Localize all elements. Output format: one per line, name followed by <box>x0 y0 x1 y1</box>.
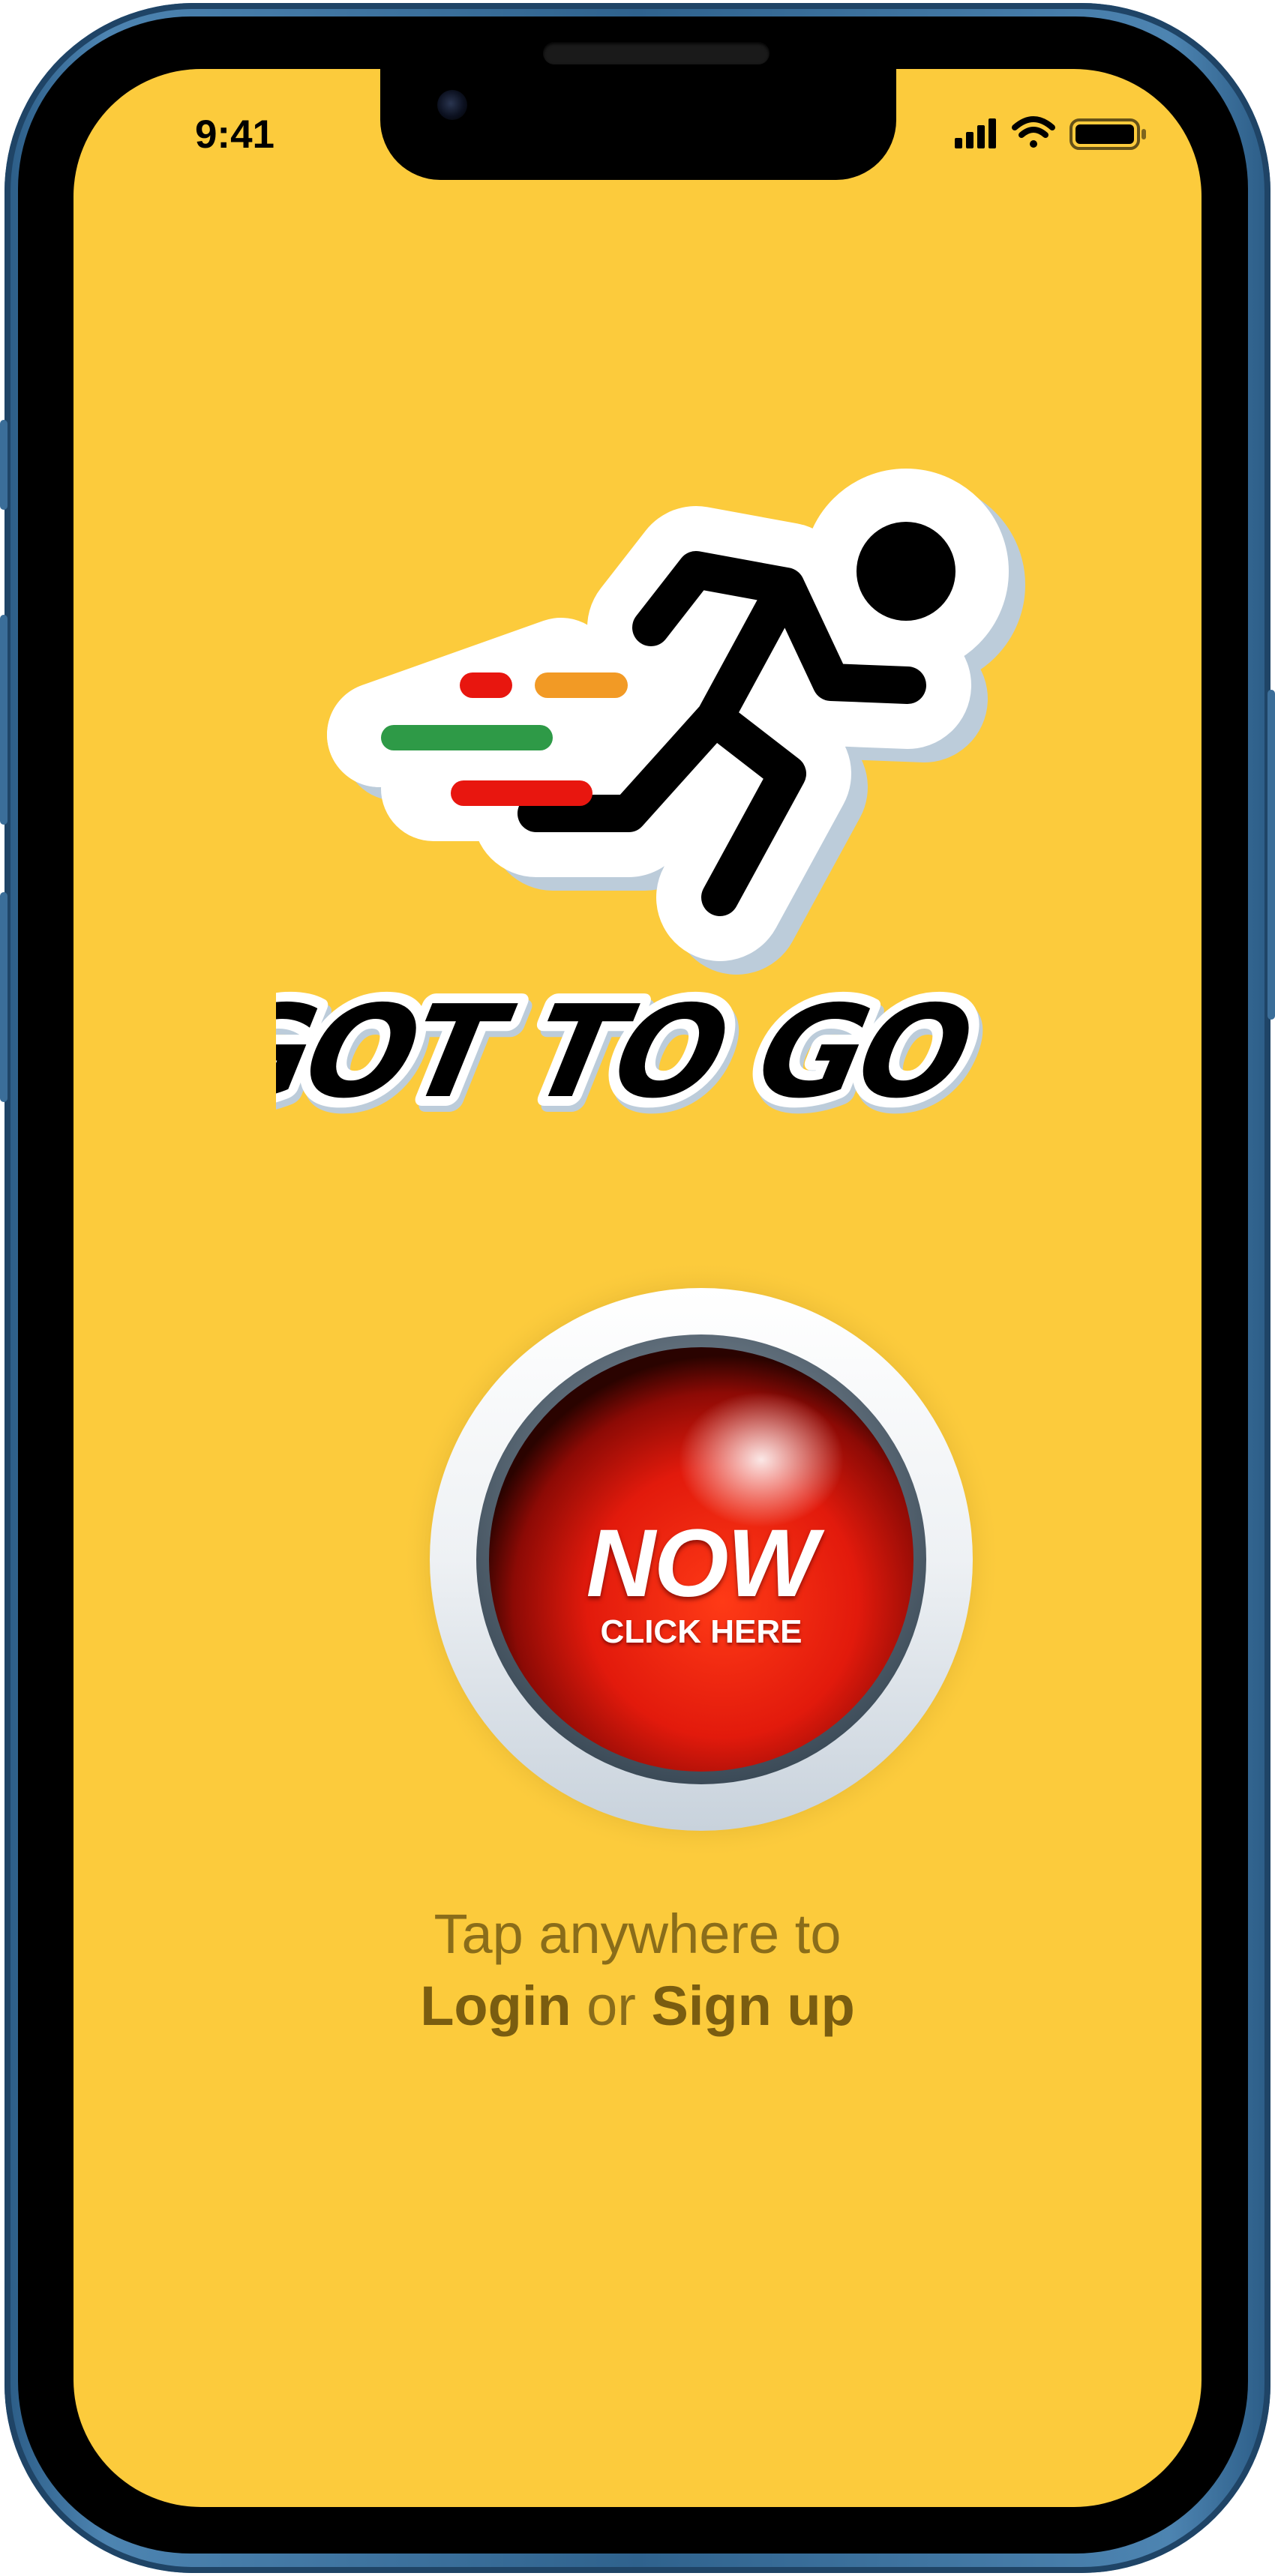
battery-icon <box>1070 118 1146 150</box>
volume-down-button <box>0 892 8 1102</box>
got-to-go-wordmark: GOT TO GO GOT TO GO GOT TO GO <box>168 968 1008 1142</box>
status-time: 9:41 <box>194 112 275 157</box>
click-here-label: CLICK HERE <box>600 1613 802 1650</box>
signal-icon <box>955 118 996 148</box>
front-camera-icon <box>437 90 467 120</box>
now-click-here-button[interactable]: NOW CLICK HERE <box>401 1261 1001 1861</box>
signup-link[interactable]: Sign up <box>652 1975 855 2037</box>
notch <box>380 69 896 180</box>
prompt-connector: or <box>586 1975 636 2037</box>
wifi-icon <box>1012 116 1055 148</box>
login-link[interactable]: Login <box>420 1975 571 2037</box>
earpiece-speaker <box>543 42 770 64</box>
prompt-line-2: Login or Sign up <box>262 1970 1012 2042</box>
status-icons <box>955 115 1150 153</box>
running-man-icon <box>327 469 1025 975</box>
volume-up-button <box>0 615 8 825</box>
got-to-go-logo: GOT TO GO GOT TO GO GOT TO GO <box>168 459 1101 1246</box>
app-screen[interactable]: 9:41 GOT TO GO GOT TO GO GOT TO GO NOW C… <box>74 69 1202 2507</box>
mute-switch <box>0 420 8 510</box>
now-label: NOW <box>586 1510 818 1617</box>
prompt-line-1: Tap anywhere to <box>434 1903 842 1965</box>
power-button <box>1268 690 1275 1020</box>
svg-text:GOT TO GO: GOT TO GO <box>276 978 994 1126</box>
tap-anywhere-prompt[interactable]: Tap anywhere to Login or Sign up <box>262 1898 1012 2042</box>
